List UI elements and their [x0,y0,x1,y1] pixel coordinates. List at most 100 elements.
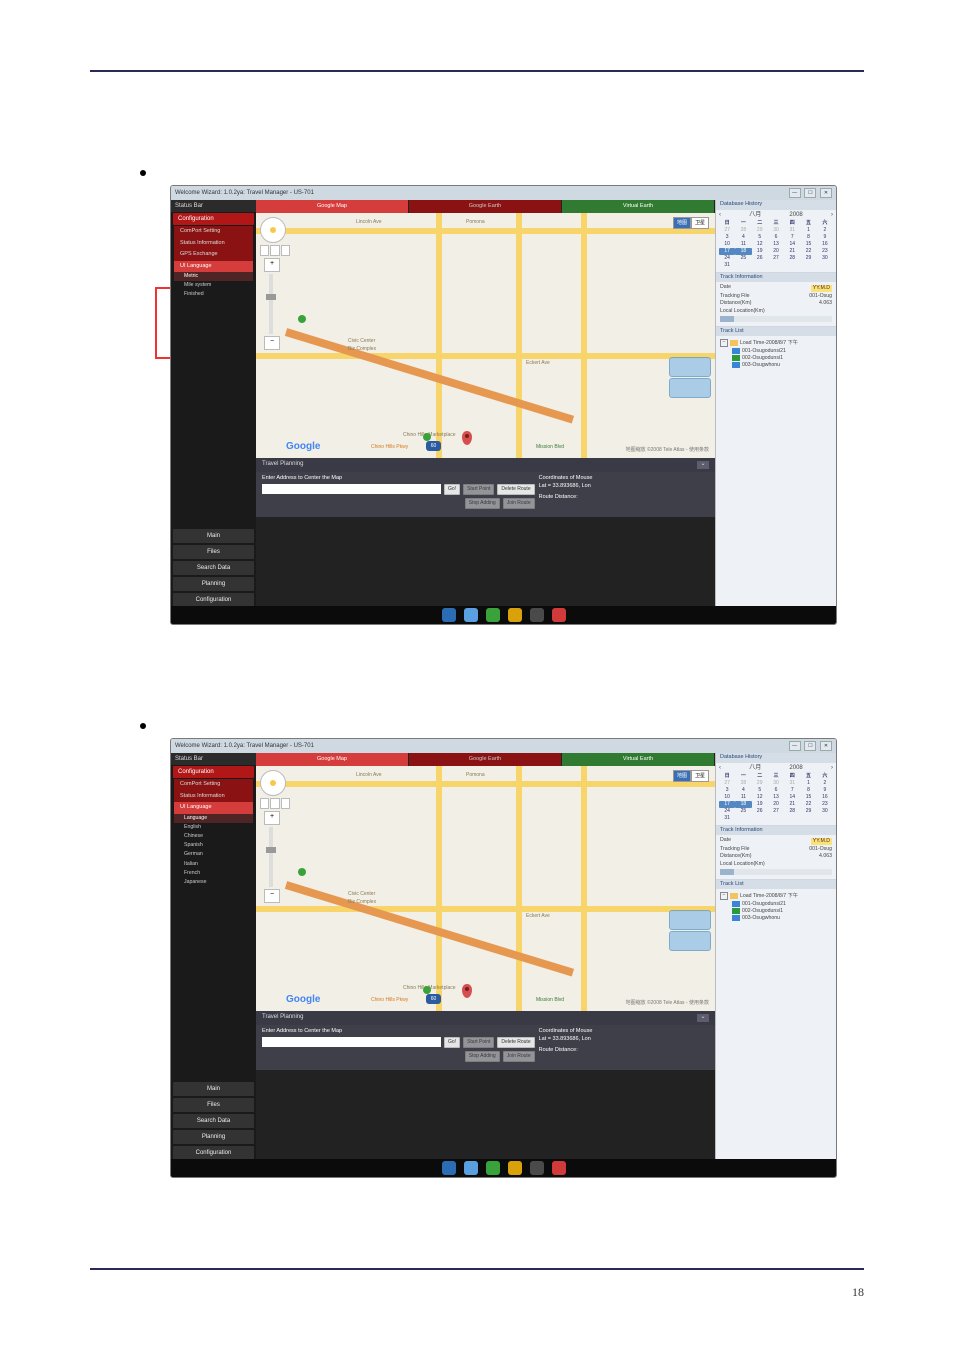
maximize-icon[interactable]: ☐ [804,188,816,198]
tab-google-map[interactable]: Google Map [256,200,408,213]
map-mode-switch[interactable]: 地图 卫星 [673,770,709,782]
zoom-slider[interactable] [269,274,273,334]
go-button[interactable]: Go! [444,484,460,495]
start-point-button[interactable]: Start Point [463,484,494,495]
sidebar-sub-french[interactable]: French [174,869,253,878]
iconstrip-icon[interactable] [486,1161,500,1175]
cal-next-icon[interactable]: › [831,765,833,771]
map-pin-icon[interactable] [462,431,472,445]
sidebar-category[interactable]: Configuration [173,766,254,778]
tree-item[interactable]: 001-Osugodunsi21 [720,901,832,907]
maximize-icon[interactable]: ☐ [804,741,816,751]
iconstrip-icon[interactable] [442,608,456,622]
tab-virtual-earth[interactable]: Virtual Earth [562,753,714,766]
calendar-header[interactable]: ‹ 八月 2008 › [716,210,836,220]
sidebar-item-ui-language[interactable]: UI Language [174,261,253,273]
sidebar-sub-spanish[interactable]: Spanish [174,841,253,850]
map-mode-switch[interactable]: 地图 卫星 [673,217,709,229]
tree-root[interactable]: − Load Time-2008/8/7 下午 [720,339,832,347]
address-input[interactable] [262,1037,441,1047]
zoom-out-icon[interactable]: − [264,889,280,903]
sidebar-button-files[interactable]: Files [173,1098,254,1112]
sidebar-item-comport[interactable]: ComPort Setting [174,226,253,238]
zoom-in-icon[interactable]: + [264,258,280,272]
pan-control-icon[interactable] [260,217,286,243]
tree-item[interactable]: 002-Osugodunsi1 [720,355,832,361]
tab-google-earth[interactable]: Google Earth [409,753,561,766]
sidebar-button-search[interactable]: Search Data [173,561,254,575]
scrollbar[interactable] [720,869,832,875]
window-controls[interactable]: — ☐ ✕ [787,741,832,751]
sidebar-item-comport[interactable]: ComPort Setting [174,779,253,791]
sidebar-item-ui-language[interactable]: UI Language [174,802,253,814]
sidebar-button-search[interactable]: Search Data [173,1114,254,1128]
zoom-in-icon[interactable]: + [264,811,280,825]
cal-prev-icon[interactable]: ‹ [719,765,721,771]
sidebar-sub-milesystem[interactable]: Mile system [174,281,253,290]
tree-item[interactable]: 002-Osugodunsi1 [720,908,832,914]
sidebar-button-files[interactable]: Files [173,545,254,559]
sidebar-item-status[interactable]: Status Information [174,238,253,250]
sidebar-sub-finished[interactable]: Finished [174,290,253,299]
sidebar-sub-english[interactable]: English [174,823,253,832]
iconstrip-icon[interactable] [508,608,522,622]
start-point-button[interactable]: Start Point [463,1037,494,1048]
join-route-button[interactable]: Join Route [503,1051,535,1062]
map-viewport[interactable]: Lincoln Ave Pomona Civic Center Biz Comp… [256,213,715,458]
tree-item[interactable]: 001-Osugodunsi21 [720,348,832,354]
tab-google-map[interactable]: Google Map [256,753,408,766]
close-icon[interactable]: ✕ [820,741,832,751]
sidebar-category[interactable]: Configuration [173,213,254,225]
stop-adding-button[interactable]: Stop Adding [465,498,500,509]
tab-google-earth[interactable]: Google Earth [409,200,561,213]
iconstrip-icon[interactable] [530,608,544,622]
sidebar-button-config[interactable]: Configuration [173,1146,254,1160]
sidebar-sub-japanese[interactable]: Japanese [174,878,253,887]
sidebar-sub-italian[interactable]: Italian [174,860,253,869]
map-mode-sat[interactable]: 卫星 [691,770,709,782]
sidebar-item-status[interactable]: Status Information [174,791,253,803]
address-input[interactable] [262,484,441,494]
sidebar-item-gps-exchange[interactable]: GPS Exchange [174,249,253,261]
go-button[interactable]: Go! [444,1037,460,1048]
map-mode-map[interactable]: 地图 [673,217,691,229]
iconstrip-close-icon[interactable] [552,608,566,622]
calendar-header[interactable]: ‹ 八月 2008 › [716,763,836,773]
cal-prev-icon[interactable]: ‹ [719,212,721,218]
map-controls[interactable]: + − [260,770,290,880]
iconstrip-icon[interactable] [508,1161,522,1175]
sidebar-sub-german[interactable]: German [174,850,253,859]
scrollbar[interactable] [720,316,832,322]
zoom-out-icon[interactable]: − [264,336,280,350]
sidebar-button-config[interactable]: Configuration [173,593,254,607]
map-mode-sat[interactable]: 卫星 [691,217,709,229]
close-icon[interactable]: ✕ [820,188,832,198]
travel-planning-header[interactable]: Travel Planning ⌄ [256,1011,715,1025]
map-mode-map[interactable]: 地图 [673,770,691,782]
pan-control-icon[interactable] [260,770,286,796]
sidebar-button-main[interactable]: Main [173,529,254,543]
minimize-icon[interactable]: — [789,741,801,751]
map-pin-icon[interactable] [462,984,472,998]
map-controls[interactable]: + − [260,217,290,327]
travel-planning-header[interactable]: Travel Planning ⌄ [256,458,715,472]
tree-toggle-icon[interactable]: − [720,339,728,347]
join-route-button[interactable]: Join Route [503,498,535,509]
cal-next-icon[interactable]: › [831,212,833,218]
tree-root[interactable]: − Load Time-2008/8/7 下午 [720,892,832,900]
sidebar-sub-language[interactable]: Language [174,814,253,823]
calendar-grid[interactable]: 日一二三四五六 272829303112 3456789 10111213141… [716,773,836,825]
window-controls[interactable]: — ☐ ✕ [787,188,832,198]
sidebar-button-planning[interactable]: Planning [173,577,254,591]
sidebar-button-main[interactable]: Main [173,1082,254,1096]
tree-item[interactable]: 003-Osugwhonu [720,915,832,921]
sidebar-button-planning[interactable]: Planning [173,1130,254,1144]
tree-toggle-icon[interactable]: − [720,892,728,900]
iconstrip-close-icon[interactable] [552,1161,566,1175]
map-viewport[interactable]: Lincoln Ave Pomona Civic Center Biz Comp… [256,766,715,1011]
iconstrip-icon[interactable] [464,608,478,622]
iconstrip-icon[interactable] [442,1161,456,1175]
delete-route-button[interactable]: Delete Route [497,1037,534,1048]
sidebar-sub-chinese[interactable]: Chinese [174,832,253,841]
collapse-icon[interactable]: ⌄ [697,461,709,469]
